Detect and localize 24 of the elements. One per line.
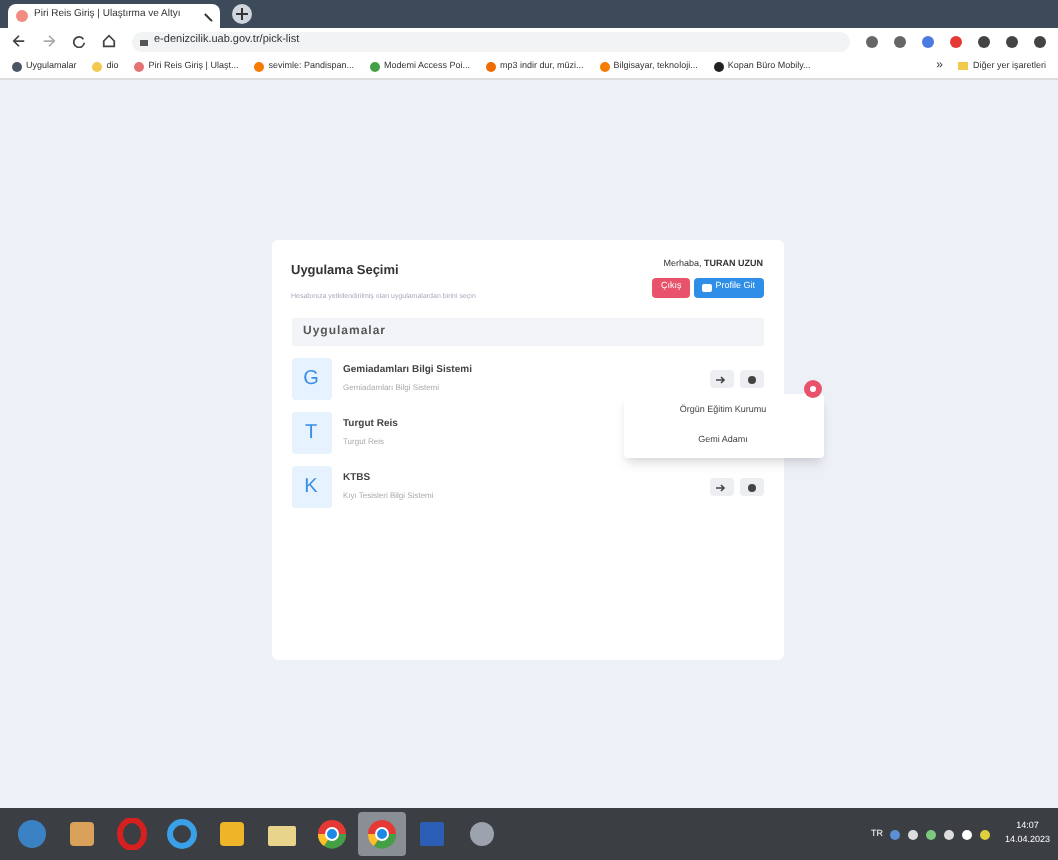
login-icon-button[interactable] [709, 370, 733, 388]
new-tab-icon[interactable] [232, 4, 252, 24]
chrome-icon [316, 818, 348, 850]
chrome-icon [366, 818, 398, 850]
close-badge-icon[interactable] [803, 380, 821, 398]
id-card-icon [701, 283, 712, 292]
folder-icon [958, 62, 969, 70]
arrow-icon [716, 483, 726, 491]
extension-icon[interactable] [894, 35, 906, 47]
ring-icon [116, 818, 148, 850]
extension-icon[interactable] [866, 35, 878, 47]
extension-icon[interactable] [1034, 35, 1046, 47]
settings-button[interactable] [739, 478, 763, 496]
back-icon[interactable] [12, 34, 26, 48]
arrow-icon [716, 375, 726, 383]
start-orb-icon [16, 818, 48, 850]
favicon-icon [16, 10, 28, 22]
extension-icon[interactable] [950, 35, 962, 47]
settings-button[interactable] [739, 370, 763, 388]
extension-icon[interactable] [1006, 35, 1018, 47]
home-icon[interactable] [102, 34, 116, 48]
login-icon-button[interactable] [709, 478, 733, 496]
reload-icon[interactable] [72, 34, 86, 48]
extension-icon[interactable] [978, 35, 990, 47]
